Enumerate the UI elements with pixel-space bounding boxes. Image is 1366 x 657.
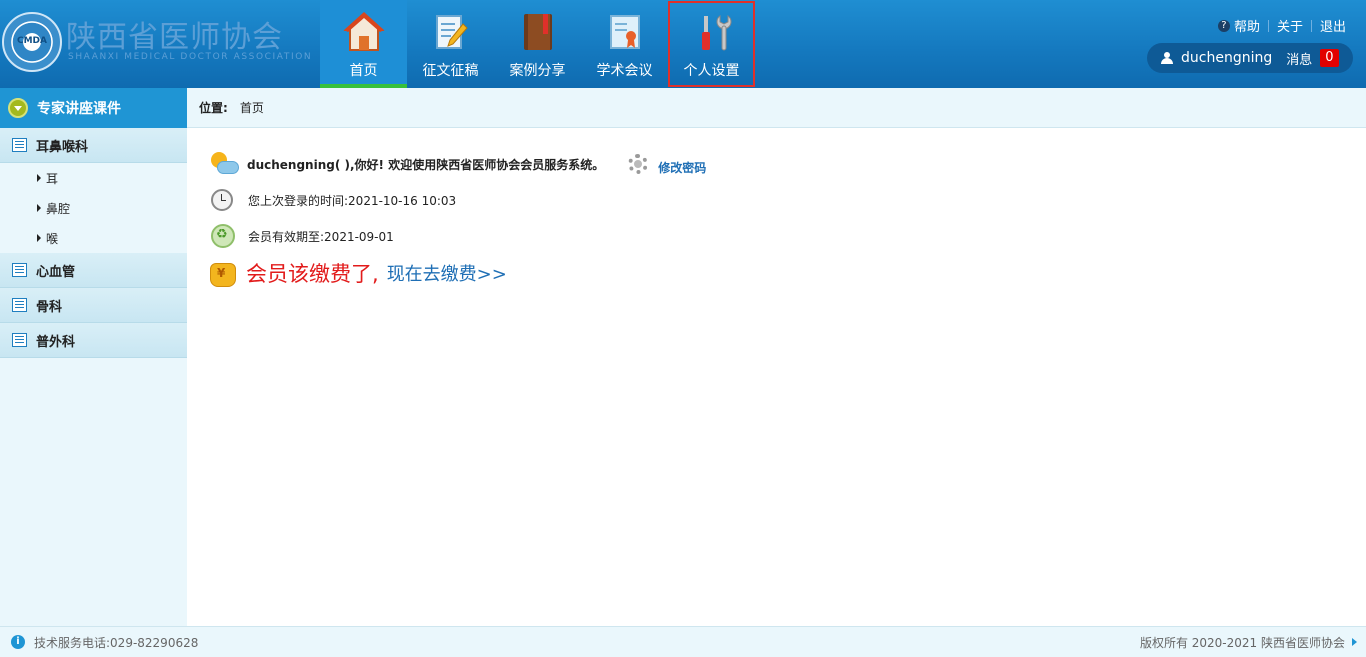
gear-icon[interactable] <box>626 152 650 176</box>
list-icon <box>12 298 27 312</box>
sidebar-subitem-label: 鼻腔 <box>46 201 71 216</box>
nav-cases-label: 案例分享 <box>509 63 566 79</box>
help-icon: ? <box>1217 19 1230 32</box>
sidebar-title: 专家讲座课件 <box>37 101 121 117</box>
about-link[interactable]: 关于 <box>1277 16 1303 35</box>
sidebar-item-orthopedics[interactable]: 骨科 <box>0 288 187 323</box>
main-content: duchengning( ),你好! 欢迎使用陕西省医师协会会员服务系统。 修改… <box>187 128 1366 626</box>
nav-home-label: 首页 <box>349 63 378 79</box>
username[interactable]: duchengning <box>1181 50 1272 66</box>
money-bag-icon <box>207 258 237 288</box>
divider <box>1310 19 1312 32</box>
logo-text: CMDA <box>17 36 47 46</box>
sidebar-item-label: 心血管 <box>36 264 76 280</box>
greeting-text: duchengning( ),你好! 欢迎使用陕西省医师协会会员服务系统。 <box>247 157 605 172</box>
nav-cases[interactable]: 案例分享 <box>494 0 581 88</box>
breadcrumb-current[interactable]: 首页 <box>240 99 264 116</box>
nav-conferences[interactable]: 学术会议 <box>581 0 668 88</box>
nav-personal-settings[interactable]: 个人设置 <box>668 1 755 87</box>
write-icon <box>436 15 468 49</box>
help-link[interactable]: 帮助 <box>1234 16 1260 35</box>
sidebar-item-general-surgery[interactable]: 普外科 <box>0 323 187 358</box>
breadcrumb: 位置: 首页 <box>187 88 1366 128</box>
messages-count-badge[interactable]: 0 <box>1320 49 1339 67</box>
logo-area: CMDA 陕西省医师协会 SHAANXI MEDICAL DOCTOR ASSO… <box>0 0 320 88</box>
sidebar-header[interactable]: 专家讲座课件 <box>0 88 187 128</box>
caret-right-icon <box>37 234 41 242</box>
list-icon <box>12 333 27 347</box>
certificate-icon <box>610 15 640 49</box>
nav-conferences-label: 学术会议 <box>596 63 653 79</box>
sidebar: 专家讲座课件 耳鼻喉科 耳 鼻腔 喉 心血管 骨科 普外科 <box>0 88 187 626</box>
support-phone: 技术服务电话:029-82290628 <box>34 635 199 650</box>
change-password-link[interactable]: 修改密码 <box>658 159 706 176</box>
info-icon: i <box>11 635 25 649</box>
nav-personal-settings-label: 个人设置 <box>683 63 740 79</box>
sidebar-item-ent[interactable]: 耳鼻喉科 <box>0 128 187 163</box>
list-icon <box>12 138 27 152</box>
clock-icon <box>211 189 233 211</box>
sidebar-subitem-nasal[interactable]: 鼻腔 <box>0 193 187 223</box>
payment-warning: 会员该缴费了, <box>246 262 379 286</box>
last-login-row: 您上次登录的时间:2021-10-16 10:03 <box>211 189 456 211</box>
tools-icon <box>702 15 732 51</box>
divider <box>1267 19 1269 32</box>
book-icon <box>524 14 552 50</box>
breadcrumb-label: 位置: <box>199 101 228 115</box>
logout-link[interactable]: 退出 <box>1320 16 1346 35</box>
sidebar-item-label: 骨科 <box>36 299 63 315</box>
sidebar-subitem-ear[interactable]: 耳 <box>0 163 187 193</box>
copyright-text: 版权所有 2020-2021 陕西省医师协会 <box>1139 635 1345 650</box>
footer: i 技术服务电话:029-82290628 版权所有 2020-2021 陕西省… <box>0 626 1366 657</box>
nav-submissions[interactable]: 征文征稿 <box>407 0 494 88</box>
org-name-cn: 陕西省医师协会 <box>66 20 283 55</box>
membership-expiry-text: 会员有效期至:2021-09-01 <box>248 229 394 244</box>
copyright: 版权所有 2020-2021 陕西省医师协会 <box>1140 634 1357 651</box>
sidebar-subitem-label: 耳 <box>46 171 59 186</box>
caret-right-icon <box>1352 638 1357 646</box>
greeting-row: duchengning( ),你好! 欢迎使用陕西省医师协会会员服务系统。 修改… <box>209 150 706 178</box>
sidebar-subitem-label: 喉 <box>46 231 59 246</box>
renew-icon <box>211 224 235 248</box>
sidebar-item-label: 普外科 <box>36 334 76 350</box>
nav-submissions-label: 征文征稿 <box>422 63 479 79</box>
membership-expiry-row: 会员有效期至:2021-09-01 <box>211 224 394 248</box>
cmda-logo: CMDA <box>2 12 62 72</box>
payment-row: 会员该缴费了, 现在去缴费>> <box>207 258 507 288</box>
chevron-down-icon <box>8 98 28 118</box>
sidebar-item-label: 耳鼻喉科 <box>36 139 89 155</box>
sidebar-subitem-throat[interactable]: 喉 <box>0 223 187 253</box>
top-links: ? 帮助 关于 退出 <box>1217 16 1346 35</box>
app-header: CMDA 陕西省医师协会 SHAANXI MEDICAL DOCTOR ASSO… <box>0 0 1366 88</box>
home-icon <box>343 12 385 51</box>
messages-link[interactable]: 消息 <box>1286 49 1312 68</box>
caret-right-icon <box>37 174 41 182</box>
list-icon <box>12 263 27 277</box>
user-icon <box>1161 52 1173 64</box>
weather-icon <box>209 150 241 178</box>
nav-home[interactable]: 首页 <box>320 0 407 88</box>
last-login-text: 您上次登录的时间:2021-10-16 10:03 <box>248 193 457 208</box>
org-name-en: SHAANXI MEDICAL DOCTOR ASSOCIATION <box>68 52 313 62</box>
sidebar-item-cardiovascular[interactable]: 心血管 <box>0 253 187 288</box>
user-box: duchengning 消息 0 <box>1147 43 1353 73</box>
main-nav: 首页 征文征稿 案例分享 学术会议 个人设置 <box>320 0 755 88</box>
caret-right-icon <box>37 204 41 212</box>
pay-now-link[interactable]: 现在去缴费>> <box>387 260 507 286</box>
